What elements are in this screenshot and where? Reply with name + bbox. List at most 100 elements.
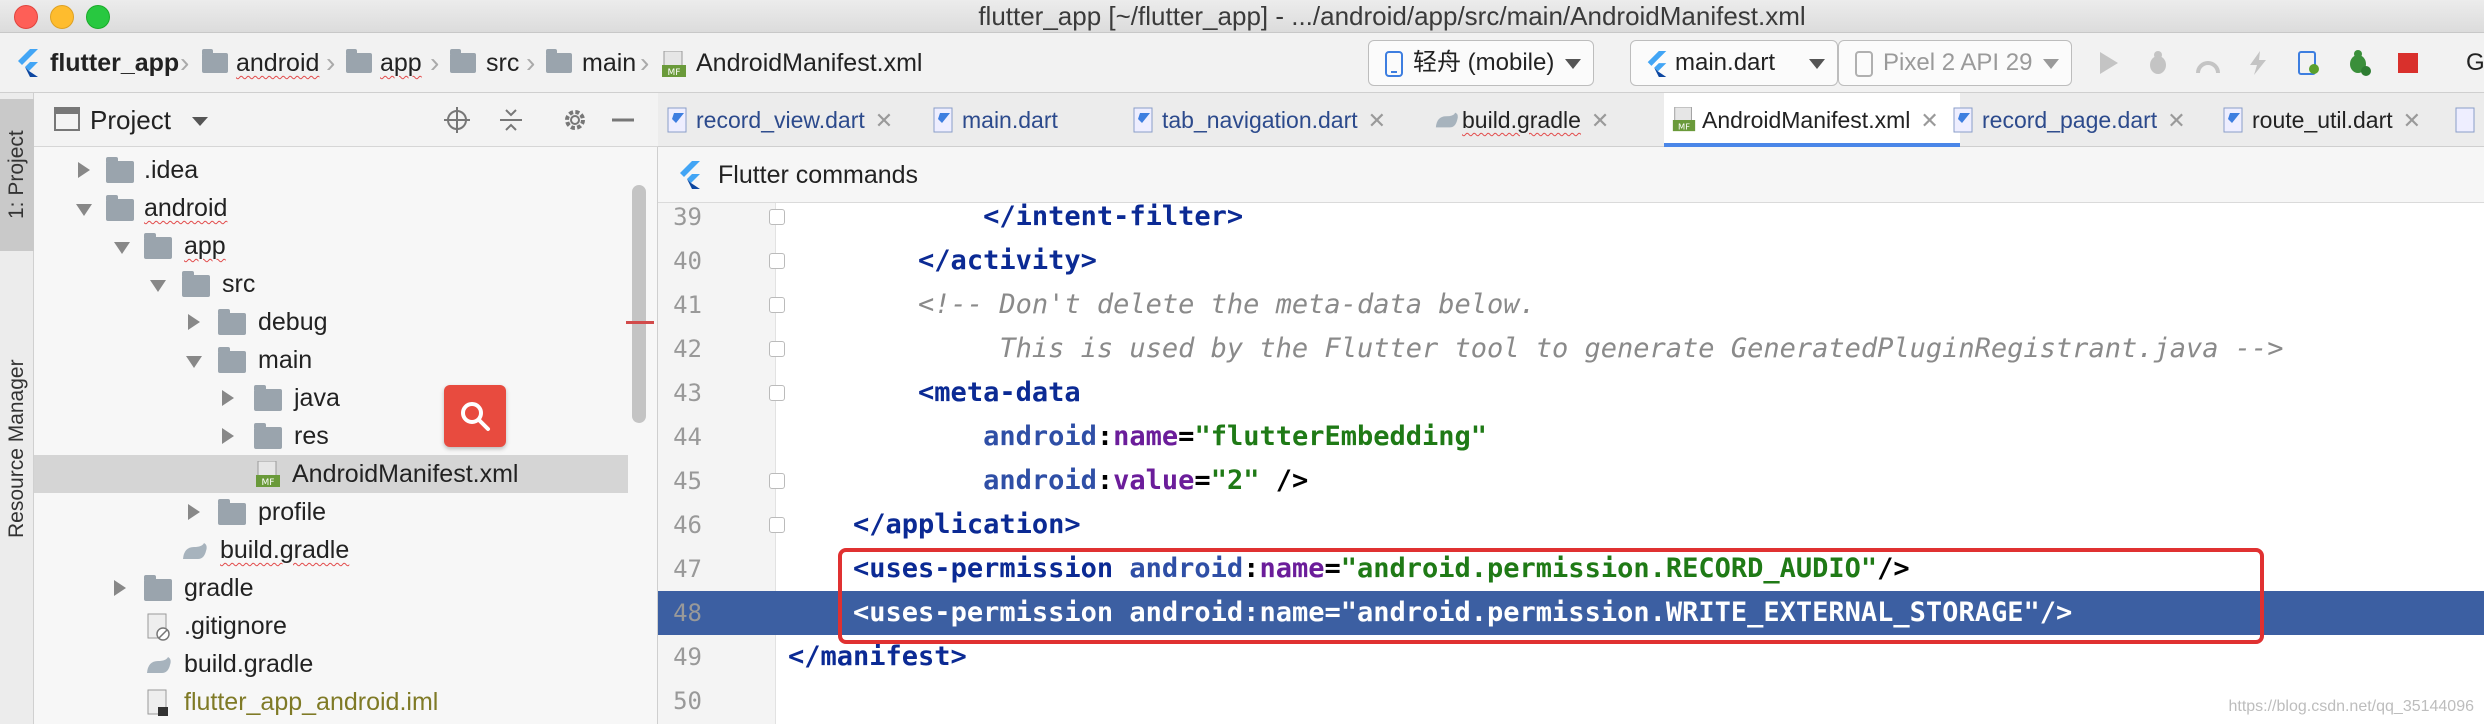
tab-record-page-dart[interactable]: record_page.dart ✕: [1944, 93, 2214, 147]
breadcrumb-main[interactable]: main: [582, 33, 636, 93]
chevron-right-icon[interactable]: [188, 314, 200, 330]
tab-record-view-dart[interactable]: record_view.dart ✕: [658, 93, 918, 147]
fold-marker-icon[interactable]: [769, 297, 785, 313]
code-line[interactable]: 45 android:value="2" />: [658, 459, 2484, 503]
tab-android-manifest[interactable]: MF AndroidManifest.xml ✕: [1664, 93, 1960, 147]
code-token-ns: android: [983, 421, 1097, 452]
device-selector[interactable]: 轻舟 (mobile): [1368, 40, 1594, 86]
close-icon[interactable]: ✕: [2403, 108, 2421, 133]
code-line[interactable]: 39 </intent-filter>: [658, 195, 2484, 239]
debug-icon[interactable]: [2144, 49, 2172, 77]
gear-icon[interactable]: [562, 107, 588, 133]
code-line[interactable]: 43 <meta-data: [658, 371, 2484, 415]
code-line[interactable]: 46 </application>: [658, 503, 2484, 547]
close-icon[interactable]: ✕: [1920, 108, 1938, 133]
tree-item-app-build-gradle[interactable]: build.gradle: [34, 531, 624, 569]
dart-file-icon[interactable]: [2454, 107, 2478, 133]
code-token-plain: :: [1096, 465, 1114, 496]
folder-icon: [346, 49, 372, 73]
tree-item-profile[interactable]: profile: [34, 493, 624, 531]
code-editor[interactable]: 39 </intent-filter> 40 </activity> 41 <!--…: [658, 201, 2484, 724]
folder-icon: [144, 233, 172, 259]
run-icon[interactable]: [2094, 49, 2122, 77]
hide-panel-icon[interactable]: [610, 107, 636, 133]
error-stripe-mark: [626, 321, 654, 324]
tree-item-res[interactable]: res: [34, 417, 624, 455]
close-icon[interactable]: ✕: [1368, 108, 1386, 133]
chevron-down-icon[interactable]: [114, 242, 130, 254]
fold-marker-icon[interactable]: [769, 385, 785, 401]
attach-debugger-icon[interactable]: [2294, 49, 2322, 77]
breadcrumb-separator: ›: [326, 47, 336, 78]
tab-route-util-dart[interactable]: route_util.dart ✕: [2214, 93, 2452, 147]
tree-item-gradle[interactable]: gradle: [34, 569, 624, 607]
tree-item-gitignore[interactable]: .gitignore: [34, 607, 624, 645]
tree-item-main[interactable]: main: [34, 341, 624, 379]
stop-icon[interactable]: [2394, 49, 2422, 77]
fold-marker-icon[interactable]: [769, 341, 785, 357]
chevron-right-icon[interactable]: [222, 428, 234, 444]
dart-file-icon: [933, 107, 953, 133]
tab-project-tool-window[interactable]: 1: Project: [0, 99, 34, 251]
fold-marker-icon[interactable]: [769, 473, 785, 489]
tab-resource-manager[interactable]: Resource Manager: [0, 279, 34, 619]
toolbar-overflow[interactable]: G: [2466, 33, 2484, 93]
tab-tab-navigation-dart[interactable]: tab_navigation.dart ✕: [1124, 93, 1420, 147]
run-config-selector[interactable]: main.dart: [1630, 40, 1838, 86]
chevron-right-icon[interactable]: [188, 504, 200, 520]
breadcrumb-app[interactable]: app: [380, 33, 422, 93]
breadcrumb-flutter-app[interactable]: flutter_app: [50, 33, 179, 93]
chevron-right-icon[interactable]: [114, 580, 126, 596]
breadcrumb-separator: ›: [640, 47, 650, 78]
editor-tab-bar: record_view.dart ✕ main.dart tab_navigati…: [658, 93, 2484, 147]
tree-item-root-build-gradle[interactable]: build.gradle: [34, 645, 624, 683]
code-line[interactable]: 42 This is used by the Flutter tool to g…: [658, 327, 2484, 371]
close-icon[interactable]: ✕: [2167, 108, 2185, 133]
tab-main-dart[interactable]: main.dart: [924, 93, 1102, 147]
close-icon[interactable]: ✕: [875, 108, 893, 133]
breadcrumb-src[interactable]: src: [486, 33, 519, 93]
fold-marker-icon[interactable]: [769, 209, 785, 225]
chevron-right-icon[interactable]: [222, 390, 234, 406]
flutter-inspector-icon[interactable]: [2344, 49, 2372, 77]
chevron-down-icon[interactable]: [192, 117, 208, 126]
folder-icon: [218, 347, 246, 373]
tree-item-app[interactable]: app: [34, 227, 624, 265]
tree-item-iml[interactable]: flutter_app_android.iml: [34, 683, 624, 721]
line-number: 47: [673, 555, 702, 583]
tree-item-label: build.gradle: [184, 650, 314, 678]
tree-item-android[interactable]: android: [34, 189, 624, 227]
profile-icon[interactable]: [2194, 49, 2222, 77]
code-line[interactable]: 50: [658, 679, 2484, 723]
tree-item-src[interactable]: src: [34, 265, 624, 303]
breadcrumb-android[interactable]: android: [236, 33, 319, 93]
chevron-down-icon[interactable]: [186, 356, 202, 368]
close-icon[interactable]: ✕: [1591, 108, 1609, 133]
chevron-down-icon[interactable]: [150, 280, 166, 292]
breadcrumb-manifest[interactable]: AndroidManifest.xml: [696, 33, 922, 93]
line-number: 48: [673, 599, 702, 627]
project-scrollbar[interactable]: [632, 185, 646, 423]
tree-item-java[interactable]: java: [34, 379, 624, 417]
search-button[interactable]: [444, 385, 506, 447]
project-panel-title[interactable]: Project: [90, 93, 171, 147]
folder-icon: [254, 423, 282, 449]
locate-icon[interactable]: [444, 107, 470, 133]
code-line[interactable]: 40 </activity>: [658, 239, 2484, 283]
tree-item-idea[interactable]: .idea: [34, 151, 624, 189]
chevron-right-icon[interactable]: [78, 162, 90, 178]
tree-item-android-manifest[interactable]: MF AndroidManifest.xml: [34, 455, 628, 493]
fold-marker-icon[interactable]: [769, 253, 785, 269]
chevron-down-icon[interactable]: [76, 204, 92, 216]
hot-reload-icon[interactable]: [2244, 49, 2272, 77]
tree-item-debug[interactable]: debug: [34, 303, 624, 341]
flutter-icon: [18, 49, 38, 77]
svg-text:MF: MF: [668, 68, 681, 78]
tab-build-gradle[interactable]: build.gradle ✕: [1424, 93, 1660, 147]
emulator-selector[interactable]: Pixel 2 API 29: [1838, 40, 2072, 86]
code-text: </activity>: [788, 239, 1097, 283]
code-line[interactable]: 41 <!-- Don't delete the meta-data below…: [658, 283, 2484, 327]
collapse-all-icon[interactable]: [498, 107, 524, 133]
fold-marker-icon[interactable]: [769, 517, 785, 533]
code-line[interactable]: 44 android:name="flutterEmbedding": [658, 415, 2484, 459]
